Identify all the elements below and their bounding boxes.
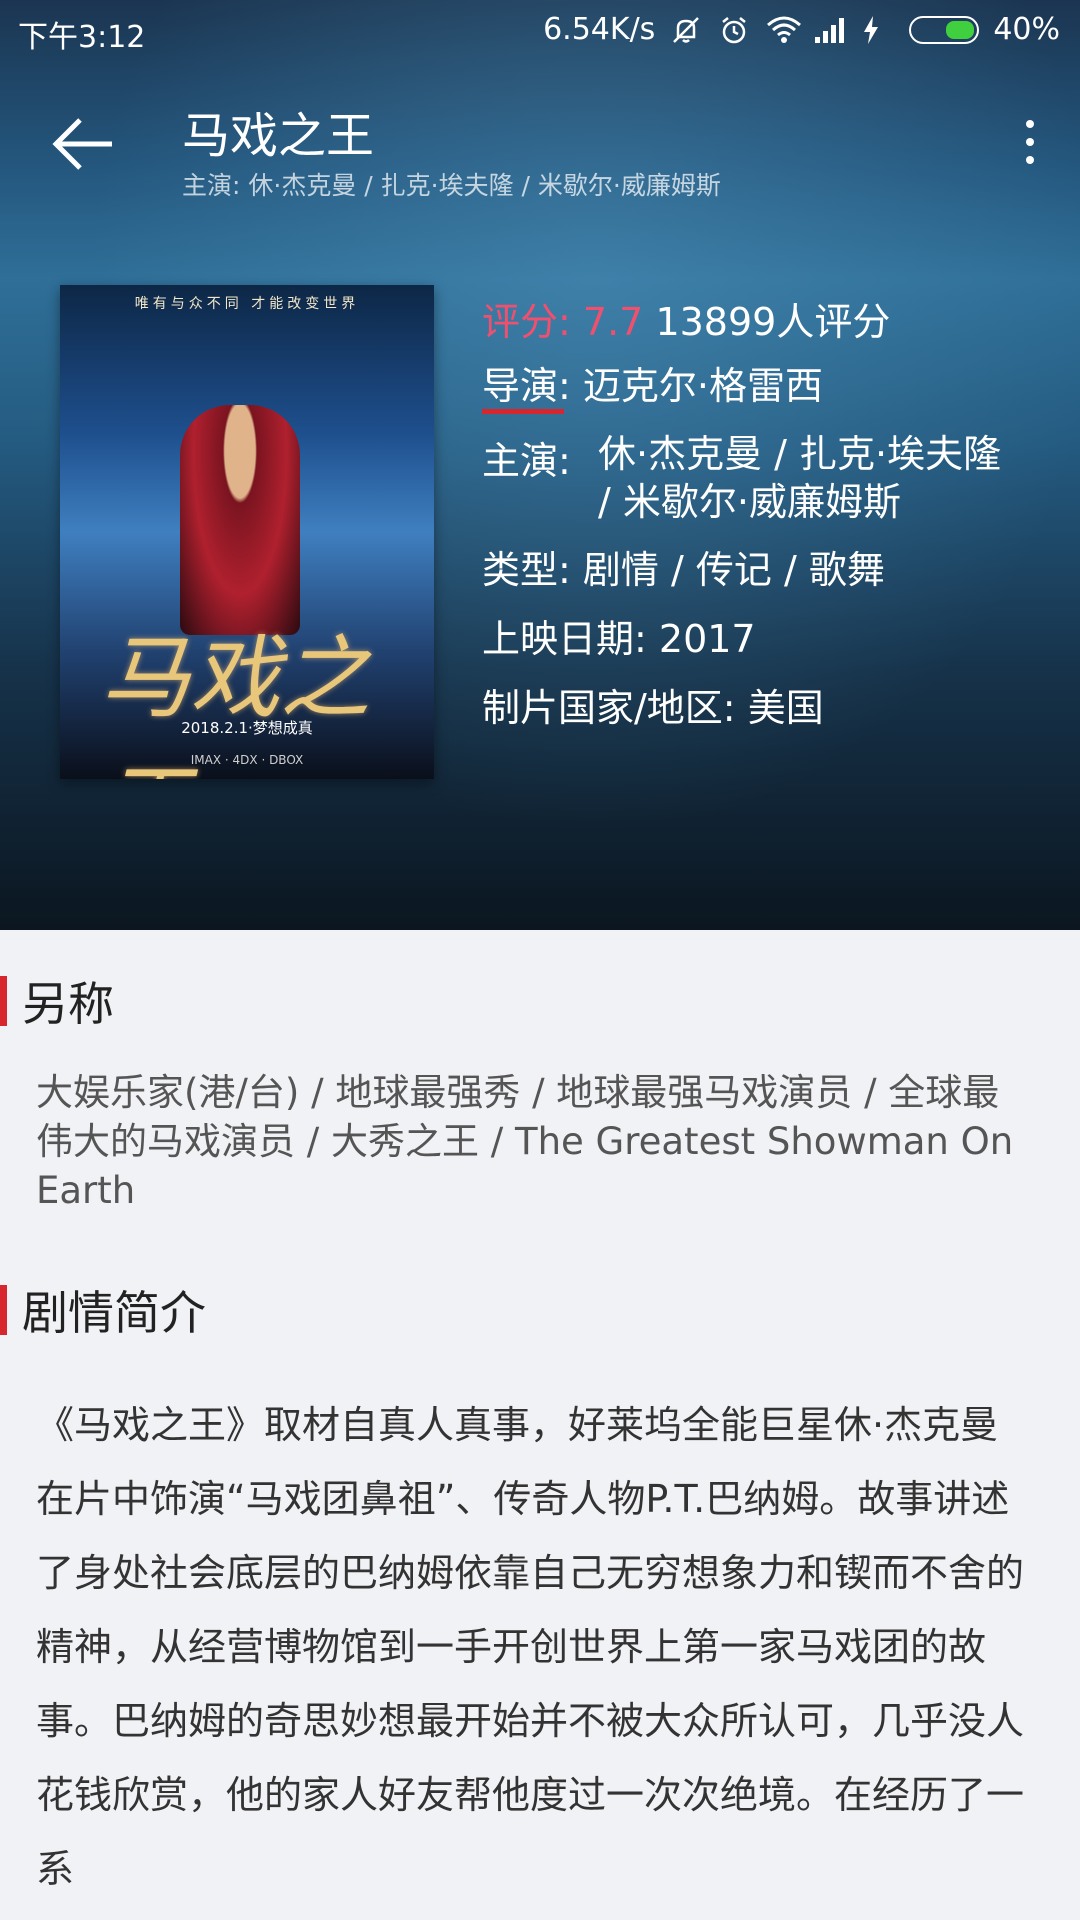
poster-tagline: 唯有与众不同 才能改变世界 <box>134 296 360 312</box>
rating-row: 评分: 7.7 13899人评分 <box>482 291 890 346</box>
poster-figure <box>180 405 300 635</box>
poster-date: 2018.2.1·梦想成真 <box>181 719 313 737</box>
more-options-button[interactable] <box>1010 112 1050 176</box>
alias-text: 大娱乐家(港/台) / 地球最强秀 / 地球最强马戏演员 / 全球最伟大的马戏演… <box>36 1071 1014 1212</box>
charging-icon <box>861 13 895 47</box>
country-label: 制片国家/地区: <box>482 686 736 730</box>
status-bar: 下午3:12 6.54K/s 40% <box>0 0 1080 60</box>
country-value: 美国 <box>747 686 824 730</box>
more-vertical-icon <box>1010 120 1050 164</box>
page-title: 马戏之王 <box>182 108 375 164</box>
rating-value: 7.7 <box>582 300 644 344</box>
battery-icon <box>909 15 980 44</box>
wifi-icon <box>765 13 802 47</box>
section-accent-bar <box>0 1285 7 1335</box>
rating-count: 13899人评分 <box>655 300 891 344</box>
cast-value: 休·杰克曼 / 扎克·埃夫隆 / 米歇尔·威廉姆斯 <box>598 432 1002 524</box>
release-date-value: 2017 <box>658 617 756 661</box>
movie-poster[interactable]: 唯有与众不同 才能改变世界 马戏之王 2018.2.1·梦想成真 IMAX · … <box>60 285 434 779</box>
genre-label: 类型: <box>482 548 571 592</box>
signal-icon <box>813 13 847 47</box>
release-date-row: 上映日期: 2017 <box>482 608 756 663</box>
mute-icon <box>669 13 703 47</box>
alias-title: 另称 <box>22 977 114 1031</box>
genre-value: 剧情 / 传记 / 歌舞 <box>582 548 885 592</box>
director-underline <box>482 409 564 414</box>
release-date-label: 上映日期: <box>482 617 647 661</box>
director-row[interactable]: 导演: 迈克尔·格雷西 <box>482 355 823 414</box>
cast-label: 主演: <box>482 439 571 483</box>
poster-credits: IMAX · 4DX · DBOX <box>190 753 304 767</box>
cast-row: 主演: 休·杰克曼 / 扎克·埃夫隆 / 米歇尔·威廉姆斯 <box>482 430 1001 524</box>
status-time: 下午3:12 <box>18 20 146 55</box>
network-speed: 6.54K/s <box>543 12 656 47</box>
genre-row: 类型: 剧情 / 传记 / 歌舞 <box>482 539 885 594</box>
alarm-icon <box>717 13 751 47</box>
movie-header-backdrop: 下午3:12 6.54K/s 40% 马戏之王 主演: 休·杰克曼 / 扎克·埃… <box>0 0 1080 930</box>
country-row: 制片国家/地区: 美国 <box>482 677 824 732</box>
section-accent-bar <box>0 976 7 1026</box>
battery-percent: 40% <box>993 12 1060 47</box>
page-subtitle: 主演: 休·杰克曼 / 扎克·埃夫隆 / 米歇尔·威廉姆斯 <box>182 171 721 200</box>
back-arrow-icon <box>52 118 112 170</box>
back-button[interactable] <box>50 112 120 176</box>
rating-label: 评分: <box>482 300 571 344</box>
status-right-group: 6.54K/s 40% <box>543 12 1060 47</box>
director-label: 导演: <box>482 364 571 408</box>
plot-summary: 《马戏之王》取材自真人真事，好莱坞全能巨星休·杰克曼在片中饰演“马戏团鼻祖”、传… <box>36 1403 1025 1891</box>
plot-title: 剧情简介 <box>22 1286 206 1340</box>
director-value: 迈克尔·格雷西 <box>582 364 823 408</box>
